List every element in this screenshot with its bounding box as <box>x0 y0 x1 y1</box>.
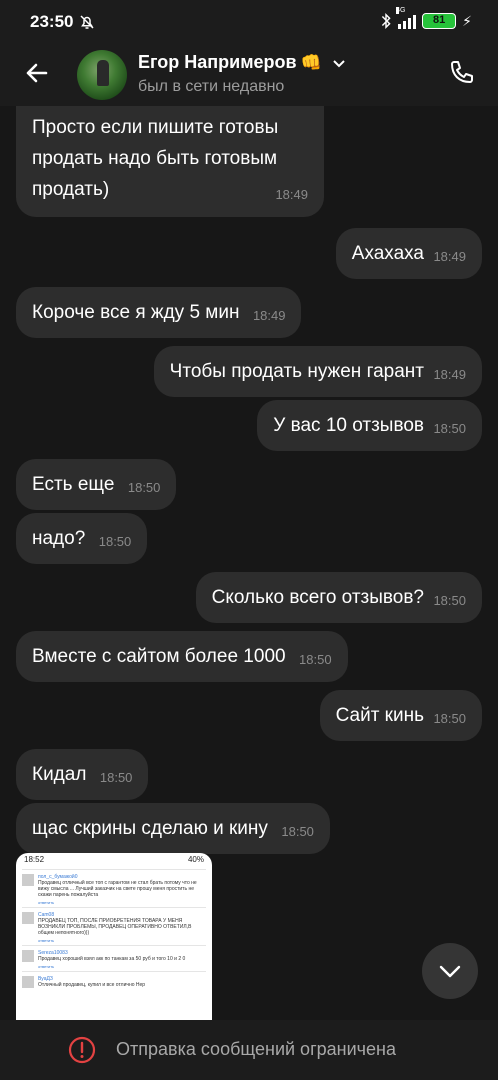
message-bubble-incoming[interactable]: Короче все я жду 5 мин 18:49 <box>16 287 302 338</box>
message-bubble-incoming[interactable]: Просто если пишите готовы продать надо б… <box>16 106 324 217</box>
message-bubble-outgoing[interactable]: Сайт кинь 18:50 <box>319 690 482 741</box>
chevron-down-icon[interactable] <box>332 56 346 70</box>
bluetooth-icon <box>382 12 391 30</box>
message-time: 18:49 <box>275 187 308 202</box>
message-bubble-outgoing[interactable]: Сколько всего отзывов? 18:50 <box>195 572 482 623</box>
restriction-notice: Отправка сообщений ограничена <box>116 1039 396 1059</box>
message-list[interactable]: Просто если пишите готовы продать надо б… <box>0 106 498 1026</box>
message-time: 18:50 <box>281 824 314 839</box>
scroll-down-button[interactable] <box>422 943 478 999</box>
message-bubble-outgoing[interactable]: Ахахаха 18:49 <box>335 228 482 279</box>
message-time: 18:49 <box>433 367 466 382</box>
image-attachment[interactable]: 18:52 40% пол_с_бумажой0 Продавец отличны… <box>16 853 212 1020</box>
message-bubble-incoming[interactable]: надо? 18:50 <box>16 513 148 564</box>
attachment-status-bar: 18:52 40% <box>24 855 204 864</box>
message-time: 18:49 <box>252 308 286 323</box>
signal-icon: 4G <box>396 7 417 29</box>
message-bubble-outgoing[interactable]: Чтобы продать нужен гарант 18:49 <box>153 346 482 397</box>
review-item: Sereza10083 Продавец хороший взял акк по … <box>22 945 206 962</box>
message-time: 18:49 <box>433 249 466 264</box>
review-item: Cam08 ПРОДАВЕЦ ТОП, ПОСЛЕ ПРИОБРЕТЕНИЯ ТО… <box>22 907 206 936</box>
battery-indicator: 81 <box>422 13 457 29</box>
message-bubble-outgoing[interactable]: У вас 10 отзывов 18:50 <box>257 400 482 451</box>
message-bubble-incoming[interactable]: Есть еще 18:50 <box>16 459 177 510</box>
back-arrow-icon[interactable] <box>22 58 52 88</box>
message-time: 18:50 <box>433 593 466 608</box>
review-item: ВуаДЗ Отличный продавец, купил и все отли… <box>22 971 206 988</box>
message-time: 18:50 <box>99 770 133 785</box>
review-item: пол_с_бумажой0 Продавец отличный все топ … <box>22 869 206 898</box>
review-avatar <box>22 912 34 924</box>
message-time: 18:50 <box>127 480 161 495</box>
status-bar: 23:50 4G 81 ⚡ <box>0 0 498 44</box>
message-bubble-incoming[interactable]: Кидал 18:50 <box>16 749 149 800</box>
status-time: 23:50 <box>30 12 74 31</box>
message-bubble-incoming[interactable]: щас скрины сделаю и кину 18:50 <box>16 803 330 854</box>
message-time: 18:50 <box>299 652 332 667</box>
contact-name[interactable]: Егор Напримеров 👊 <box>138 52 346 73</box>
phone-icon[interactable] <box>446 58 476 88</box>
reply-link: ответить <box>38 900 55 905</box>
chat-header: Егор Напримеров 👊 был в сети недавно <box>0 44 498 106</box>
message-time: 18:50 <box>433 711 466 726</box>
avatar[interactable] <box>77 50 127 100</box>
messaging-restricted-bar: Отправка сообщений ограничена <box>0 1020 498 1080</box>
message-time: 18:50 <box>98 534 132 549</box>
review-avatar <box>22 976 34 988</box>
bell-muted-icon <box>80 15 94 29</box>
chevron-down-icon <box>439 965 461 978</box>
review-avatar <box>22 874 34 886</box>
fist-emoji: 👊 <box>300 52 322 72</box>
charging-icon: ⚡ <box>462 12 472 29</box>
last-seen-status: был в сети недавно <box>138 78 285 95</box>
alert-icon <box>68 1036 96 1064</box>
reply-link: ответить <box>38 964 55 969</box>
review-avatar <box>22 950 34 962</box>
reply-link: ответить <box>38 938 55 943</box>
message-bubble-incoming[interactable]: Вместе с сайтом более 1000 18:50 <box>16 631 348 682</box>
message-time: 18:50 <box>433 421 466 436</box>
